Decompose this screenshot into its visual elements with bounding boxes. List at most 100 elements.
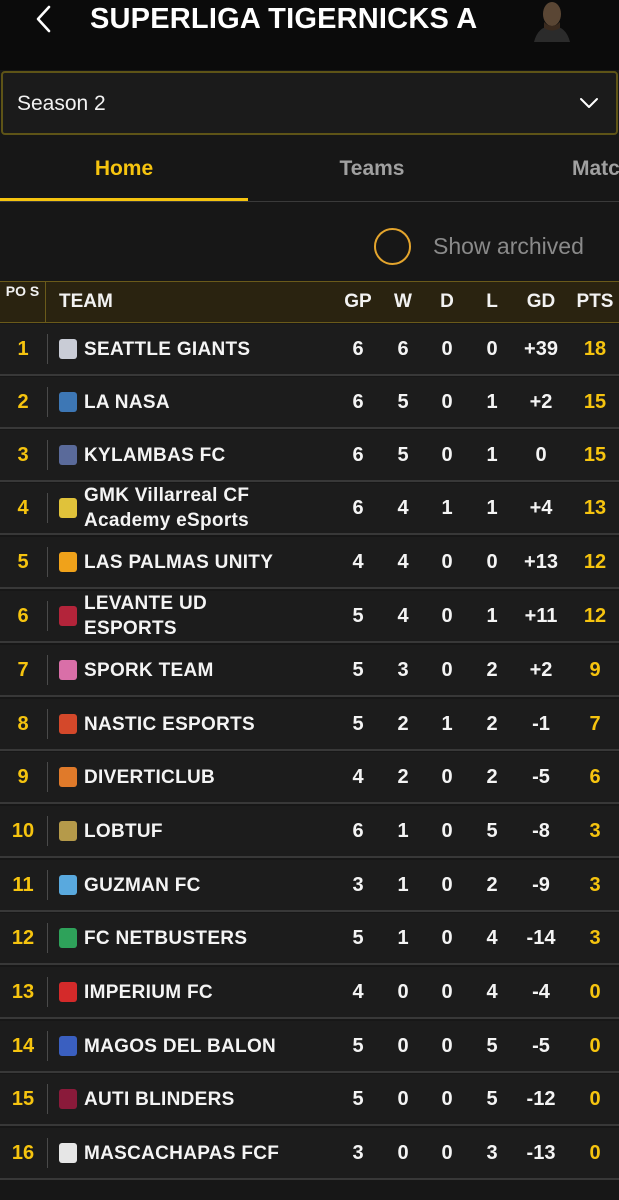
- table-row[interactable]: 11 GUZMAN FC 3 1 0 2 -9 3: [0, 860, 619, 912]
- tab-matches[interactable]: Matc: [572, 140, 619, 200]
- games-played: 6: [352, 338, 364, 360]
- table-row[interactable]: 1 SEATTLE GIANTS 6 6 0 0 +39 18: [0, 324, 619, 376]
- team-name: LA NASA: [84, 391, 170, 413]
- header-gp[interactable]: GP: [336, 282, 380, 322]
- losses: 1: [486, 605, 498, 627]
- games-played: 5: [352, 1035, 364, 1057]
- goal-difference: +2: [529, 391, 553, 413]
- table-row[interactable]: 15 AUTI BLINDERS 5 0 0 5 -12 0: [0, 1074, 619, 1126]
- row-divider: [47, 601, 48, 631]
- team-logo-icon: [59, 982, 77, 1002]
- losses: 5: [486, 1035, 498, 1057]
- team-name: SPORK TEAM: [84, 659, 214, 681]
- tab-teams[interactable]: Teams: [248, 140, 496, 200]
- table-row[interactable]: 7 SPORK TEAM 5 3 0 2 +2 9: [0, 645, 619, 697]
- team-name: AUTI BLINDERS: [84, 1088, 235, 1110]
- wins: 0: [397, 1142, 409, 1164]
- table-row[interactable]: 6 LEVANTE UD ESPORTS 5 4 0 1 +11 12: [0, 591, 619, 643]
- tab-home[interactable]: Home: [0, 140, 248, 200]
- header-pts[interactable]: PTS: [570, 282, 619, 322]
- losses: 2: [486, 766, 498, 788]
- points: 12: [583, 551, 607, 573]
- team-logo-icon: [59, 1089, 77, 1109]
- row-position: 3: [17, 444, 29, 466]
- draws: 0: [441, 874, 453, 896]
- goal-difference: -5: [532, 766, 550, 788]
- table-row[interactable]: 4 GMK Villarreal CF Academy eSports 6 4 …: [0, 483, 619, 535]
- games-played: 5: [352, 659, 364, 681]
- table-row[interactable]: 12 FC NETBUSTERS 5 1 0 4 -14 3: [0, 913, 619, 965]
- games-played: 4: [352, 981, 364, 1003]
- draws: 1: [441, 713, 453, 735]
- table-row[interactable]: 8 NASTIC ESPORTS 5 2 1 2 -1 7: [0, 699, 619, 751]
- table-row[interactable]: 13 IMPERIUM FC 4 0 0 4 -4 0: [0, 967, 619, 1019]
- wins: 0: [397, 1088, 409, 1110]
- table-row[interactable]: 9 DIVERTICLUB 4 2 0 2 -5 6: [0, 752, 619, 804]
- table-row[interactable]: 2 LA NASA 6 5 0 1 +2 15: [0, 377, 619, 429]
- row-position: 16: [11, 1142, 35, 1164]
- team-name: LEVANTE UD ESPORTS: [84, 593, 207, 639]
- team-logo-icon: [59, 767, 77, 787]
- wins: 6: [397, 338, 409, 360]
- row-divider: [47, 762, 48, 792]
- team-logo-icon: [59, 445, 77, 465]
- team-name: KYLAMBAS FC: [84, 444, 226, 466]
- row-divider: [47, 977, 48, 1007]
- team-name: LAS PALMAS UNITY: [84, 551, 274, 573]
- team-logo-icon: [59, 875, 77, 895]
- points: 0: [589, 981, 601, 1003]
- row-divider: [47, 709, 48, 739]
- team-name: FC NETBUSTERS: [84, 927, 248, 949]
- games-played: 5: [352, 1088, 364, 1110]
- wins: 4: [397, 551, 409, 573]
- show-archived-toggle[interactable]: Show archived: [0, 218, 619, 278]
- wins: 2: [397, 766, 409, 788]
- goal-difference: -12: [526, 1088, 556, 1110]
- row-position: 9: [17, 766, 29, 788]
- points: 15: [583, 444, 607, 466]
- row-divider: [47, 1031, 48, 1061]
- points: 6: [589, 766, 601, 788]
- goal-difference: -9: [532, 874, 550, 896]
- header-w[interactable]: W: [381, 282, 425, 322]
- header-gd[interactable]: GD: [513, 282, 569, 322]
- points: 18: [583, 338, 607, 360]
- row-divider: [47, 923, 48, 953]
- row-divider: [47, 816, 48, 846]
- goal-difference: +13: [524, 551, 558, 573]
- show-archived-radio[interactable]: [374, 228, 411, 265]
- team-logo-icon: [59, 1143, 77, 1163]
- season-select[interactable]: Season 2: [1, 71, 618, 135]
- wins: 4: [397, 497, 409, 519]
- losses: 1: [486, 391, 498, 413]
- header-d[interactable]: D: [425, 282, 469, 322]
- row-divider: [47, 1084, 48, 1114]
- goal-difference: -5: [532, 1035, 550, 1057]
- table-row[interactable]: 5 LAS PALMAS UNITY 4 4 0 0 +13 12: [0, 537, 619, 589]
- draws: 1: [441, 497, 453, 519]
- table-row[interactable]: 3 KYLAMBAS FC 6 5 0 1 0 15: [0, 430, 619, 482]
- avatar[interactable]: [530, 0, 574, 42]
- draws: 0: [441, 551, 453, 573]
- header-team[interactable]: TEAM: [59, 282, 113, 322]
- table-row[interactable]: 14 MAGOS DEL BALON 5 0 0 5 -5 0: [0, 1021, 619, 1073]
- header-pos[interactable]: PO S: [0, 282, 46, 322]
- losses: 3: [486, 1142, 498, 1164]
- row-divider: [47, 1138, 48, 1168]
- games-played: 6: [352, 444, 364, 466]
- row-position: 13: [11, 981, 35, 1003]
- team-name: DIVERTICLUB: [84, 766, 216, 788]
- games-played: 6: [352, 497, 364, 519]
- team-name: MAGOS DEL BALON: [84, 1035, 277, 1057]
- team-logo-icon: [59, 1036, 77, 1056]
- goal-difference: +39: [524, 338, 558, 360]
- row-divider: [47, 440, 48, 470]
- team-logo-icon: [59, 392, 77, 412]
- goal-difference: +11: [524, 605, 558, 627]
- team-logo-icon: [59, 498, 77, 518]
- table-row[interactable]: 16 MASCACHAPAS FCF 3 0 0 3 -13 0: [0, 1128, 619, 1180]
- table-row[interactable]: 10 LOBTUF 6 1 0 5 -8 3: [0, 806, 619, 858]
- back-chevron-icon[interactable]: [30, 4, 60, 34]
- points: 3: [589, 874, 601, 896]
- header-l[interactable]: L: [470, 282, 514, 322]
